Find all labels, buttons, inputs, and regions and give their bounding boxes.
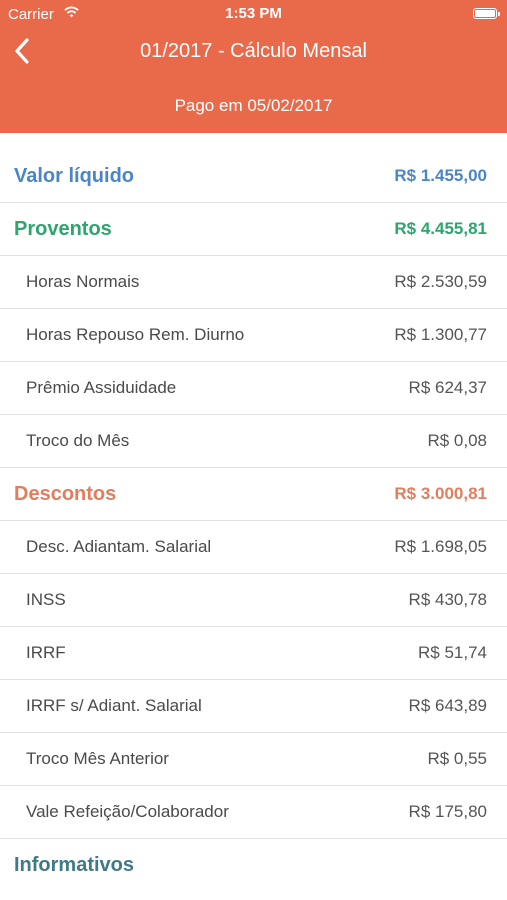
item-label: Vale Refeição/Colaborador [26, 802, 229, 821]
valor-liquido-row[interactable]: Valor líquido R$ 1.455,00 [0, 150, 507, 203]
list-item[interactable]: Desc. Adiantam. Salarial R$ 1.698,05 [0, 521, 507, 574]
item-value: R$ 175,80 [408, 802, 487, 821]
item-label: Troco do Mês [26, 431, 130, 450]
payslip-list: Valor líquido R$ 1.455,00 Proventos R$ 4… [0, 150, 507, 892]
nav-header: Carrier 1:53 PM 01/2017 - Cálculo Mensal… [0, 0, 507, 133]
descontos-total: R$ 3.000,81 [394, 484, 487, 503]
status-bar: Carrier 1:53 PM [0, 0, 507, 28]
item-value: R$ 51,74 [418, 643, 487, 662]
status-time: 1:53 PM [225, 5, 282, 22]
item-value: R$ 1.300,77 [394, 325, 487, 344]
list-item[interactable]: INSS R$ 430,78 [0, 574, 507, 627]
item-label: Horas Repouso Rem. Diurno [26, 325, 245, 344]
item-value: R$ 0,55 [427, 749, 487, 768]
descontos-header-row[interactable]: Descontos R$ 3.000,81 [0, 468, 507, 521]
informativos-header-row[interactable]: Informativos [0, 839, 507, 892]
item-value: R$ 2.530,59 [394, 272, 487, 291]
item-label: IRRF s/ Adiant. Salarial [26, 696, 202, 715]
list-item[interactable]: Vale Refeição/Colaborador R$ 175,80 [0, 786, 507, 839]
proventos-label: Proventos [14, 217, 112, 240]
descontos-label: Descontos [14, 482, 117, 505]
item-label: IRRF [26, 643, 66, 662]
proventos-header-row[interactable]: Proventos R$ 4.455,81 [0, 203, 507, 256]
item-label: Prêmio Assiduidade [26, 378, 177, 397]
informativos-label: Informativos [14, 854, 135, 876]
item-label: Horas Normais [26, 272, 140, 291]
battery-icon [473, 8, 500, 19]
item-value: R$ 1.698,05 [394, 537, 487, 556]
item-value: R$ 0,08 [427, 431, 487, 450]
item-label: Troco Mês Anterior [26, 749, 169, 768]
payment-date: Pago em 05/02/2017 [174, 96, 333, 115]
list-item[interactable]: Horas Repouso Rem. Diurno R$ 1.300,77 [0, 309, 507, 362]
item-label: Desc. Adiantam. Salarial [26, 537, 212, 556]
list-item[interactable]: IRRF R$ 51,74 [0, 627, 507, 680]
list-item[interactable]: Troco do Mês R$ 0,08 [0, 415, 507, 468]
page-title: 01/2017 - Cálculo Mensal [140, 40, 367, 62]
item-value: R$ 430,78 [408, 590, 487, 609]
item-label: INSS [26, 590, 66, 609]
item-value: R$ 643,89 [408, 696, 487, 715]
proventos-total: R$ 4.455,81 [394, 219, 487, 238]
list-item[interactable]: Troco Mês Anterior R$ 0,55 [0, 733, 507, 786]
valor-liquido-value: R$ 1.455,00 [394, 166, 487, 185]
list-item[interactable]: IRRF s/ Adiant. Salarial R$ 643,89 [0, 680, 507, 733]
list-item[interactable]: Horas Normais R$ 2.530,59 [0, 256, 507, 309]
valor-liquido-label: Valor líquido [14, 164, 135, 187]
item-value: R$ 624,37 [408, 378, 487, 397]
list-item[interactable]: Prêmio Assiduidade R$ 624,37 [0, 362, 507, 415]
